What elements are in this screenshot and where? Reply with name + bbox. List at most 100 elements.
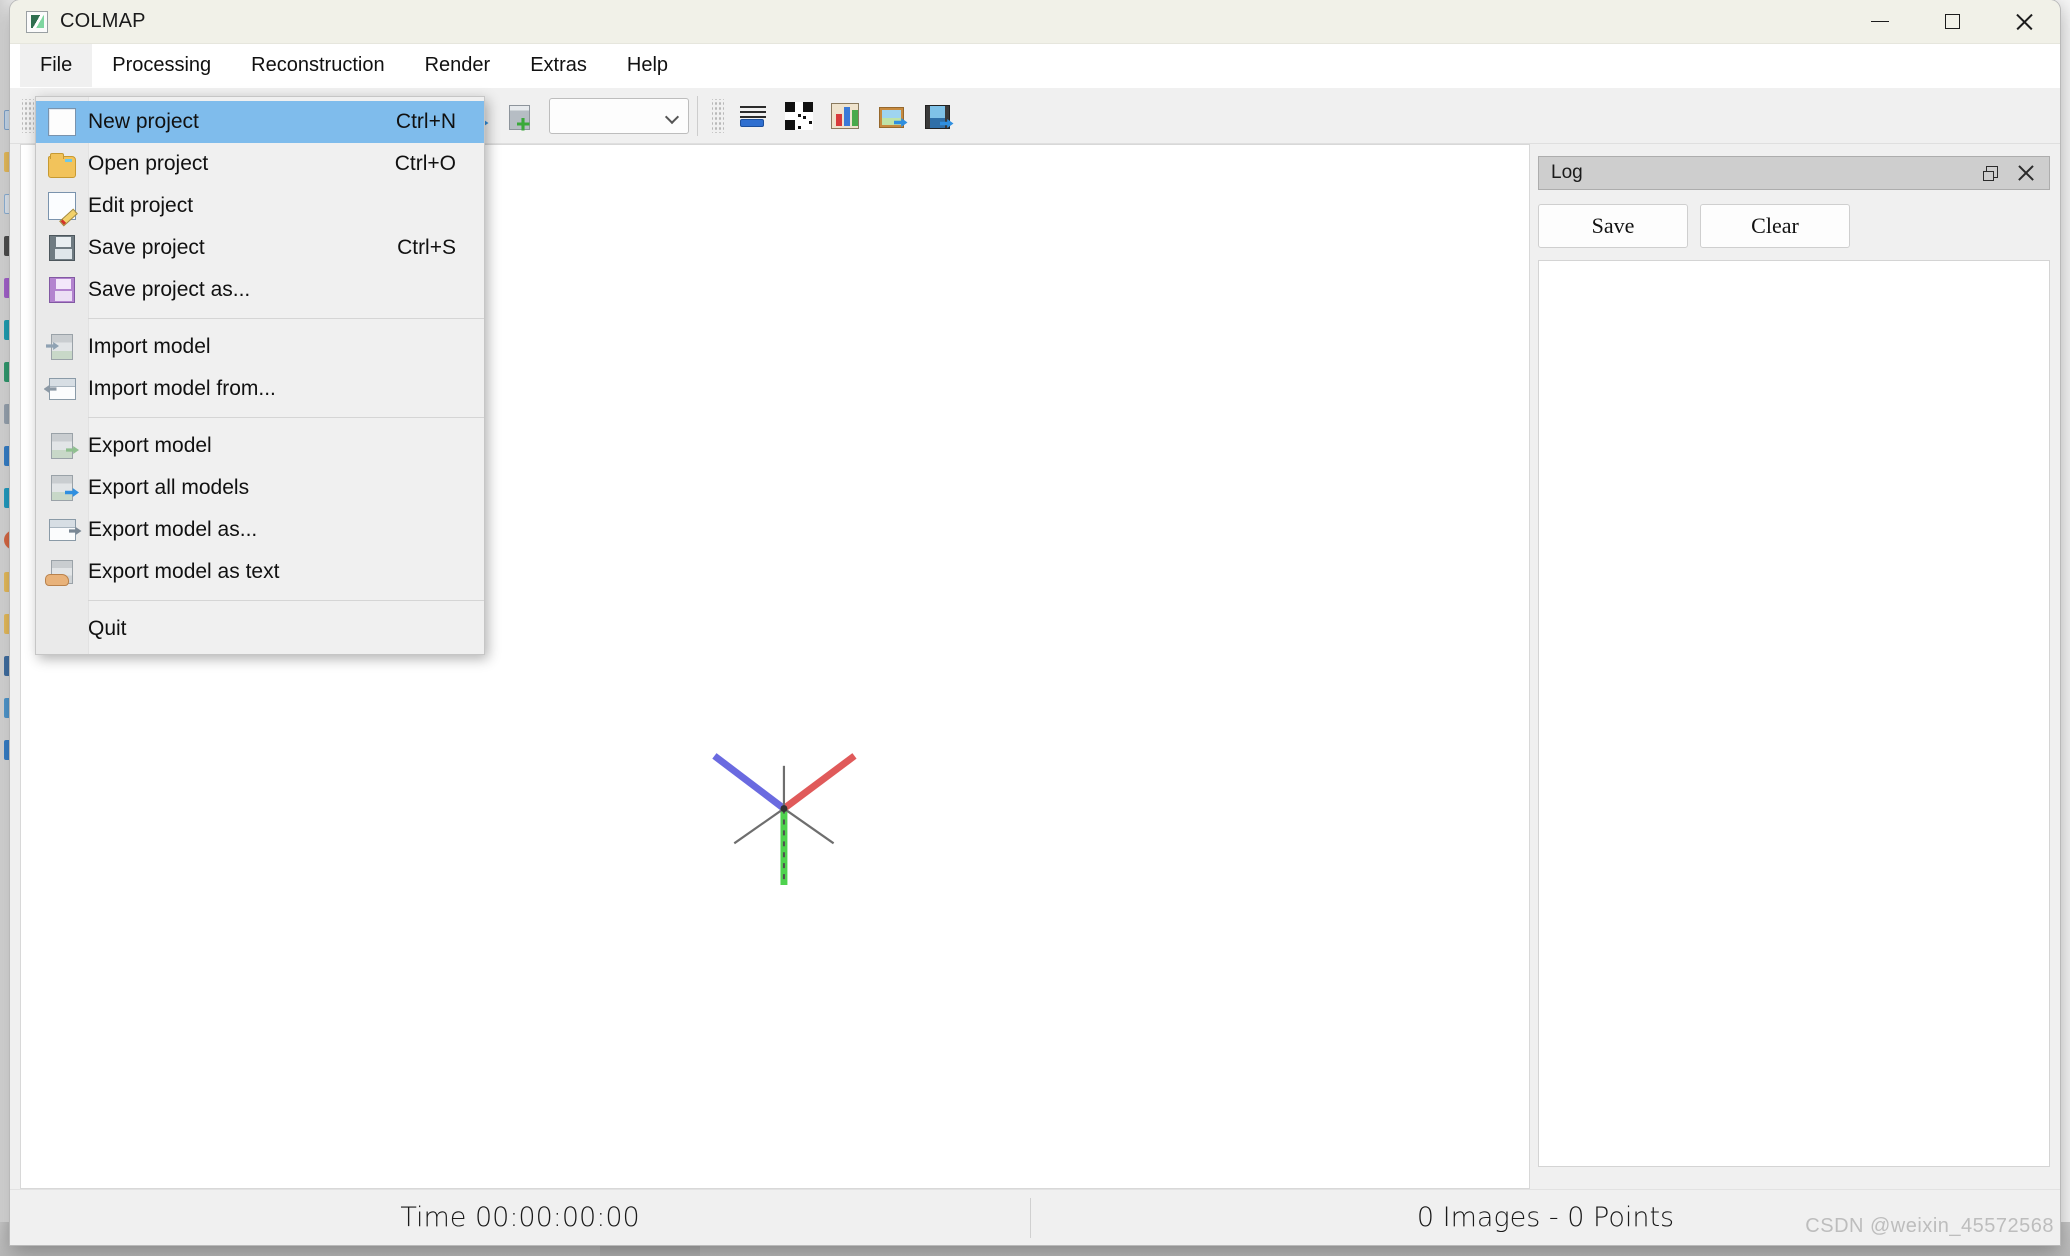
log-text-area[interactable] [1538,260,2050,1167]
menu-item-shortcut: Ctrl+S [397,236,456,259]
menu-item-label: New project [88,110,199,133]
log-dock-header: Log [1538,156,2050,190]
menu-item-import-model-from[interactable]: Import model from... [36,368,484,410]
window-title: COLMAP [60,10,146,32]
status-time-label: Time 00:00:00:00 [400,1202,640,1233]
chevron-down-icon [666,110,678,122]
save-as-disk-icon [36,269,88,311]
status-time-cell: Time 00:00:00:00 [10,1198,1030,1238]
title-bar: COLMAP [10,0,2060,44]
import-model-from-icon [36,368,88,410]
menu-item-label: Quit [88,617,127,640]
undistort-image-icon [878,107,904,128]
colmap-main-window: COLMAP File Processing Reconstruction Re… [10,0,2060,1245]
menu-item-open-project[interactable]: Open project Ctrl+O [36,143,484,185]
match-matrix-icon [785,101,813,130]
toolbar-grip[interactable] [22,98,34,133]
z-axis [712,753,787,812]
export-model-as-icon [36,509,88,551]
menu-item-label: Save project [88,236,205,259]
maximize-button[interactable] [1916,0,1988,44]
match-matrix-button[interactable] [776,94,822,138]
menu-item-label: Export model as... [88,518,258,541]
menu-bar: File Processing Reconstruction Render Ex… [10,44,2060,88]
maximize-icon [1944,14,1960,29]
menu-item-export-model[interactable]: Export model [36,425,484,467]
new-page-icon [36,101,88,143]
menu-item-extras[interactable]: Extras [510,44,607,87]
log-close-button[interactable] [2015,162,2037,184]
grid-axis [733,807,785,845]
status-counts-label: 0 Images - 0 Points [1416,1202,1675,1233]
menu-item-save-project[interactable]: Save project Ctrl+S [36,227,484,269]
menu-item-export-model-as[interactable]: Export model as... [36,509,484,551]
log-button-row: Save Clear [1538,190,2050,260]
menu-item-shortcut: Ctrl+O [394,152,456,175]
model-chart-icon [831,102,859,129]
menu-item-label: Import model from... [88,377,276,400]
quit-icon-placeholder [36,608,88,650]
open-folder-icon [36,143,88,185]
log-panel-title: Log [1551,162,1583,183]
toolbar-grip[interactable] [712,98,724,133]
menu-separator [88,417,484,418]
model-merge-icon [508,104,530,131]
toolbar-separator [697,95,698,136]
menu-item-label: Edit project [88,194,194,217]
export-model-as-text-icon [36,551,88,593]
menu-item-label: Export model [88,434,212,457]
menu-item-render[interactable]: Render [405,44,511,87]
edit-page-icon [36,185,88,227]
menu-item-label: Save project as... [88,278,251,301]
menu-item-label: Import model [88,335,211,358]
menu-item-shortcut: Ctrl+N [395,110,456,133]
model-merge-button[interactable] [495,94,541,138]
export-model-icon [36,425,88,467]
menu-item-file[interactable]: File [20,44,93,87]
menu-item-save-project-as[interactable]: Save project as... [36,269,484,311]
model-selector[interactable] [549,97,689,134]
model-statistics-button[interactable] [730,94,776,138]
menu-item-help[interactable]: Help [607,44,688,87]
model-chart-button[interactable] [822,94,868,138]
render-video-button[interactable] [914,94,960,138]
log-dock: Log Save Clear [1530,144,2060,1189]
menu-item-import-model[interactable]: Import model [36,326,484,368]
menu-separator [88,318,484,319]
menu-item-quit[interactable]: Quit [36,608,484,650]
menu-item-export-model-as-text[interactable]: Export model as text [36,551,484,593]
close-icon [2015,13,2033,31]
colmap-app-icon [26,10,48,33]
undock-button[interactable] [1979,162,2001,184]
model-statistics-icon [738,101,768,131]
menu-item-label: Open project [88,152,209,175]
menu-item-label: Export model as text [88,560,280,583]
menu-item-processing[interactable]: Processing [92,44,231,87]
minimize-icon [1871,20,1889,23]
log-clear-button[interactable]: Clear [1700,204,1850,248]
undistort-image-button[interactable] [868,94,914,138]
undock-icon [1982,165,1998,181]
close-button[interactable] [1988,0,2060,44]
menu-item-label: Export all models [88,476,250,499]
menu-item-export-all-models[interactable]: Export all models [36,467,484,509]
render-video-icon [924,105,950,129]
status-bar: Time 00:00:00:00 0 Images - 0 Points [10,1189,2060,1245]
file-menu-popup: New project Ctrl+N Open project Ctrl+O E… [35,96,485,655]
minimize-button[interactable] [1844,0,1916,44]
save-disk-icon [36,227,88,269]
close-icon [2017,164,2035,182]
menu-separator [88,600,484,601]
window-controls [1844,0,2060,44]
menu-item-new-project[interactable]: New project Ctrl+N [36,101,484,143]
origin-point [780,805,788,813]
watermark: CSDN @weixin_45572568 [1805,1215,2054,1237]
log-save-button[interactable]: Save [1538,204,1688,248]
log-dock-actions [1979,162,2043,184]
menu-item-reconstruction[interactable]: Reconstruction [231,44,404,87]
menu-item-edit-project[interactable]: Edit project [36,185,484,227]
grid-axis [783,807,835,845]
import-model-icon [36,326,88,368]
x-axis [781,753,857,812]
export-all-models-icon [36,467,88,509]
